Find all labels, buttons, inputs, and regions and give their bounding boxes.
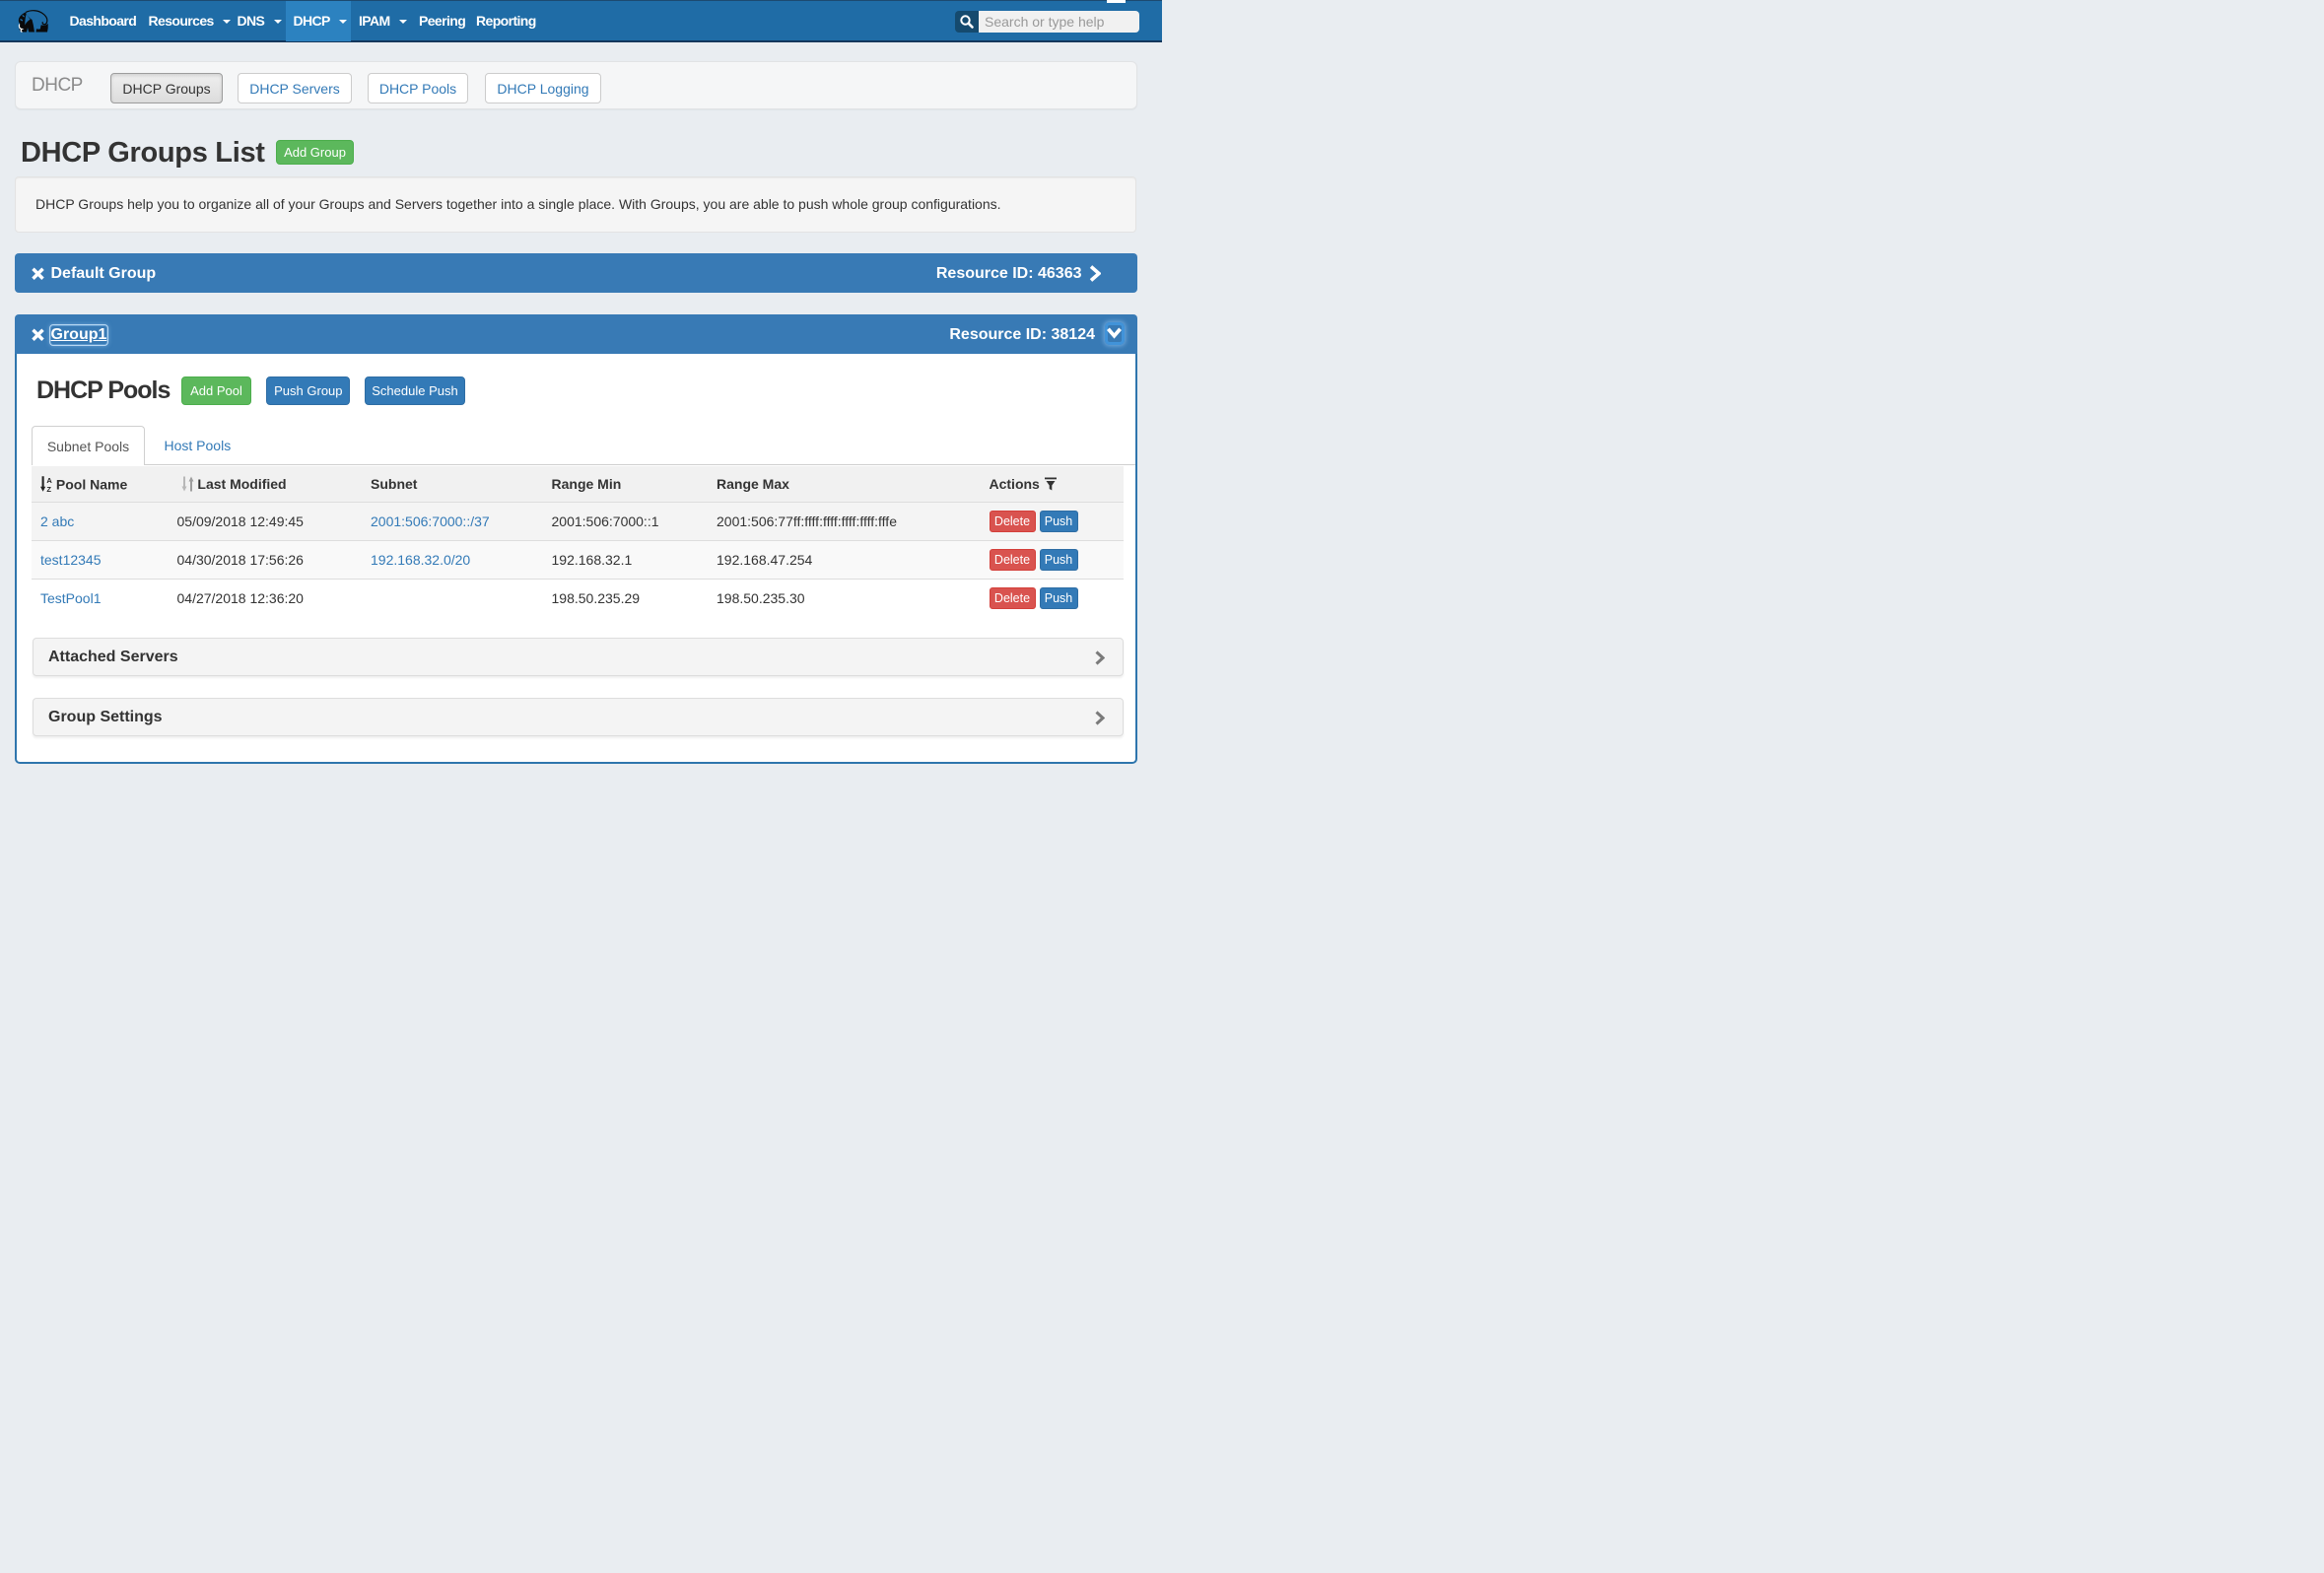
svg-text:A: A (46, 476, 52, 485)
svg-text:Z: Z (46, 485, 51, 493)
